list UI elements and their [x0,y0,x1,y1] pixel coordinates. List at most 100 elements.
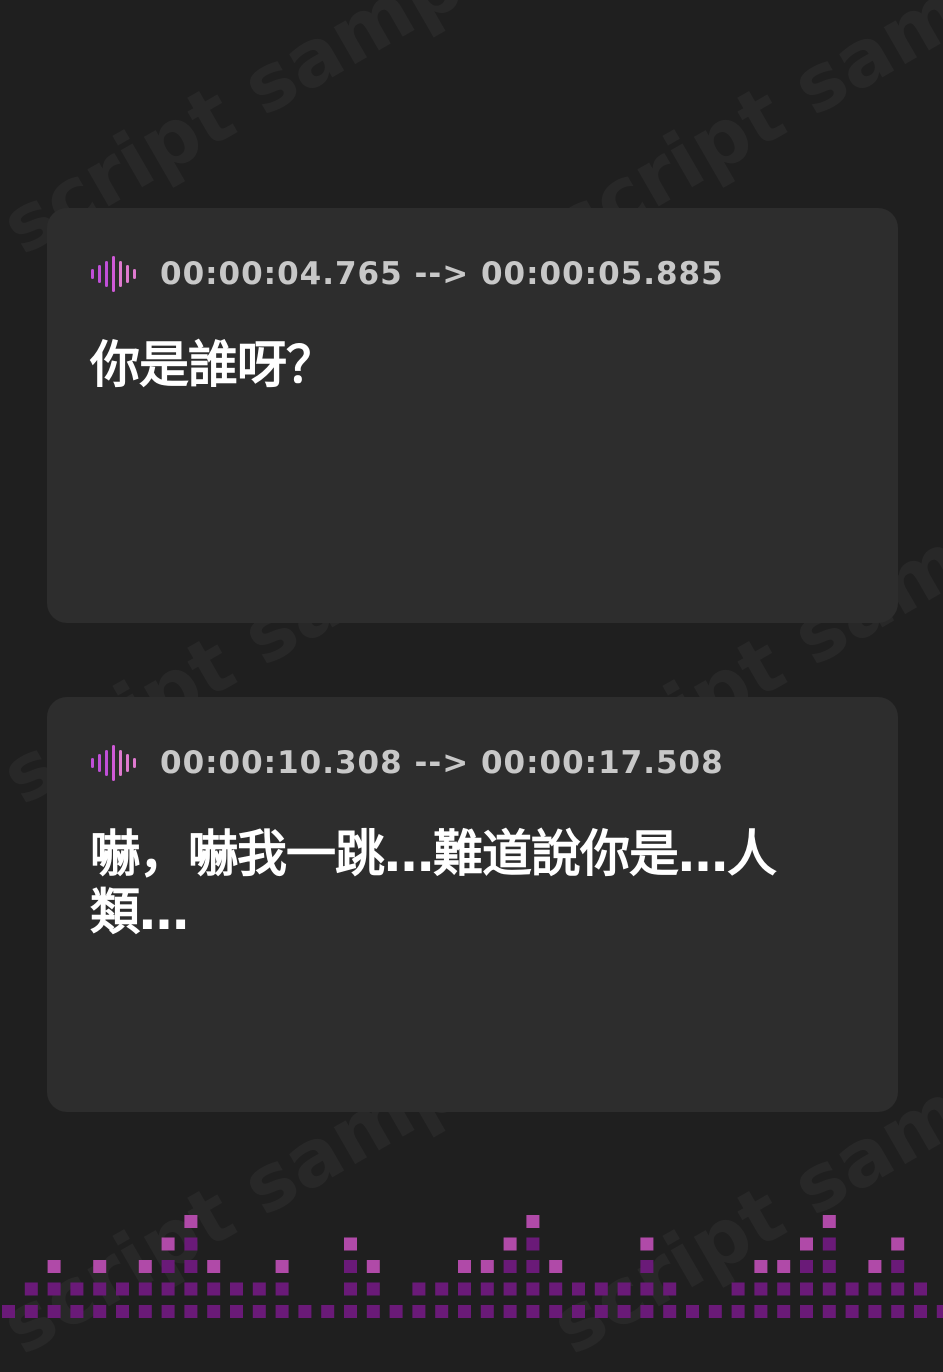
equalizer-cell [845,1282,859,1296]
equalizer-cell [822,1237,836,1251]
equalizer-cell [800,1237,813,1251]
equalizer-cell [47,1260,61,1273]
equalizer-cell [617,1305,631,1318]
equalizer-cell [184,1237,198,1251]
equalizer-cell [161,1260,175,1273]
equalizer-cell [572,1305,585,1318]
equalizer-cell [412,1282,426,1296]
equalizer-cell [184,1305,198,1318]
equalizer-cell [298,1305,312,1318]
equalizer-cell [47,1282,61,1296]
equalizer-cell [138,1305,152,1318]
equalizer-cell [640,1260,654,1273]
equalizer-cell [252,1305,266,1318]
equalizer-cell [822,1282,836,1296]
cue-header: 00:00:04.765 --> 00:00:05.885 [90,256,724,292]
equalizer-cell [549,1305,563,1318]
equalizer-cell [936,1305,943,1318]
equalizer-cell [480,1305,494,1318]
equalizer-cell [458,1282,471,1296]
equalizer-cell [207,1305,221,1318]
equalizer-cell [640,1282,654,1296]
equalizer-cell [754,1305,768,1318]
equalizer-cell [914,1282,927,1296]
audio-wave-icon [91,256,136,292]
equalizer-cell [116,1305,129,1318]
equalizer-cell [891,1305,905,1318]
equalizer-cell [24,1282,38,1296]
equalizer-cell [366,1282,380,1296]
equalizer-cell [868,1260,882,1273]
equalizer-cell [480,1282,494,1296]
equalizer-cell [116,1282,129,1296]
equalizer-cell [70,1282,84,1296]
equalizer-decoration [2,1215,943,1318]
equalizer-cell [138,1260,152,1273]
equalizer-cell [594,1305,608,1318]
equalizer-cell [617,1282,631,1296]
equalizer-cell [822,1305,836,1318]
equalizer-cell [845,1305,859,1318]
equalizer-cell [435,1305,449,1318]
cue-timestamp: 00:00:10.308 --> 00:00:17.508 [160,745,724,781]
equalizer-cell [891,1282,905,1296]
equalizer-cell [868,1282,882,1296]
equalizer-cell [480,1260,494,1273]
equalizer-cell [731,1305,745,1318]
equalizer-cell [754,1260,768,1273]
equalizer-cell [275,1282,289,1296]
equalizer-cell [412,1305,426,1318]
equalizer-cell [914,1305,927,1318]
equalizer-cell [777,1282,791,1296]
equalizer-cell [458,1305,471,1318]
equalizer-cell [344,1237,357,1251]
equalizer-cell [663,1305,677,1318]
cue-text: 你是誰呀？ [90,336,336,394]
equalizer-cell [93,1260,107,1273]
equalizer-cell [389,1305,403,1318]
equalizer-cell [526,1215,540,1228]
equalizer-cell [207,1282,221,1296]
equalizer-cell [526,1237,540,1251]
equalizer-cell [93,1282,107,1296]
equalizer-cell [344,1260,357,1273]
equalizer-cell [754,1282,768,1296]
equalizer-cell [458,1260,471,1273]
equalizer-cell [207,1260,221,1273]
equalizer-cell [230,1282,243,1296]
equalizer-cell [275,1305,289,1318]
equalizer-cell [275,1260,289,1273]
equalizer-cell [777,1305,791,1318]
equalizer-cell [549,1282,563,1296]
equalizer-cell [252,1282,266,1296]
equalizer-cell [2,1305,15,1318]
equalizer-cell [161,1282,175,1296]
equalizer-cell [868,1305,882,1318]
equalizer-cell [594,1282,608,1296]
equalizer-cell [503,1282,517,1296]
subtitle-cue-card: 00:00:04.765 --> 00:00:05.885 你是誰呀？ [47,208,898,623]
audio-wave-icon [91,745,136,781]
equalizer-cell [47,1305,61,1318]
equalizer-cell [184,1282,198,1296]
cue-timestamp: 00:00:04.765 --> 00:00:05.885 [160,256,724,292]
cue-text: 嚇，嚇我一跳…難道說你是…人類… [90,825,777,941]
equalizer-cell [24,1305,38,1318]
equalizer-cell [161,1237,175,1251]
equalizer-cell [503,1237,517,1251]
equalizer-cell [503,1305,517,1318]
equalizer-cell [731,1282,745,1296]
equalizer-cell [184,1260,198,1273]
equalizer-cell [344,1305,357,1318]
equalizer-cell [891,1237,905,1251]
equalizer-cell [572,1282,585,1296]
equalizer-cell [366,1305,380,1318]
equalizer-cell [800,1305,813,1318]
equalizer-cell [70,1305,84,1318]
equalizer-cell [891,1260,905,1273]
equalizer-cell [435,1282,449,1296]
equalizer-cell [640,1305,654,1318]
equalizer-cell [366,1260,380,1273]
equalizer-cell [800,1282,813,1296]
equalizer-cell [640,1237,654,1251]
